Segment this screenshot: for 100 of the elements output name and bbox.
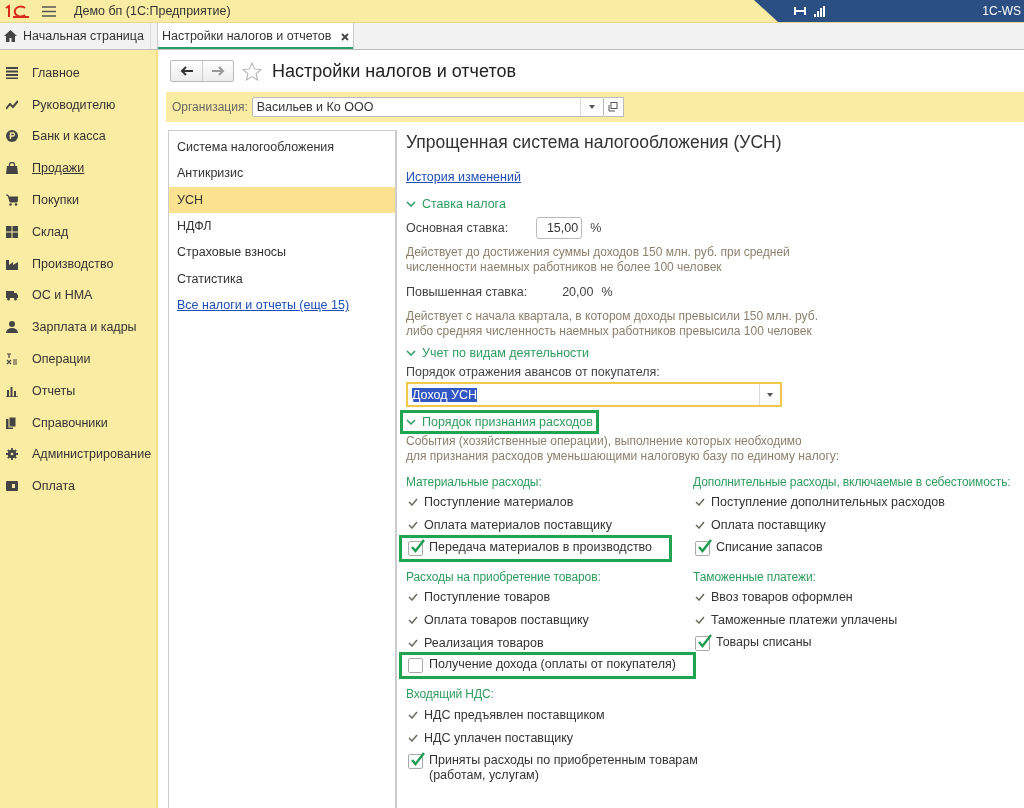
group-title: Входящий НДС: (406, 686, 495, 704)
factory-icon (6, 257, 18, 270)
sidebar-item[interactable]: ОС и НМА (0, 279, 156, 312)
checkbox[interactable] (408, 658, 423, 674)
section-item[interactable]: Страховые взносы (169, 239, 395, 266)
person-icon (6, 321, 18, 334)
check-icon (408, 593, 418, 602)
star-icon[interactable] (242, 61, 262, 81)
checkbox[interactable] (695, 540, 710, 556)
check-icon (408, 616, 418, 625)
home-icon (4, 30, 17, 42)
hint-text: Действует до достижения суммы доходов 150 млн. руб. при средней численности наемных работников не более 100 человек (406, 245, 791, 275)
rate-value: 20,00 (562, 285, 594, 299)
trend-icon (6, 98, 18, 111)
event-label: НДС уплачен поставщику (424, 730, 574, 745)
sidebar-item[interactable]: Банк и касса (0, 120, 156, 153)
rate-field[interactable]: 15,00 (536, 217, 583, 239)
sidebar-item[interactable]: Отчеты (0, 374, 156, 407)
open-button[interactable] (603, 97, 624, 117)
gear-icon (6, 448, 18, 461)
checkbox-label[interactable]: Приняты расходы по приобретенным товарам (работам, услугам) (429, 753, 704, 784)
organization-field[interactable]: Васильев и Ко ООО (251, 97, 604, 117)
hint-text: Действует с начала квартала, в котором доходы превысили 150 млн. руб. либо средняя численность наемных работников превысила 100 человек (406, 309, 819, 339)
group-title: Материальные расходы: (406, 473, 543, 491)
grid-icon (6, 225, 18, 238)
sidebar-item[interactable]: Производство (0, 247, 156, 280)
coin-icon (6, 130, 18, 143)
unit-label: % (601, 285, 613, 299)
check-icon (695, 521, 705, 530)
sidebar-item[interactable]: Руководителю (0, 88, 156, 121)
form-title: Настройки налогов и отчетов (272, 60, 516, 82)
check-icon (408, 498, 418, 507)
event-label: Поступление дополнительных расходов (711, 495, 945, 510)
unit-label: % (590, 221, 602, 235)
event-label: НДС предъявлен поставщиком (424, 708, 605, 723)
ledger-icon (6, 353, 18, 366)
field-label: Порядок отражения авансов от покупателя: (406, 365, 661, 379)
books-icon (6, 416, 18, 429)
event-label: Оплата материалов поставщику (424, 518, 612, 533)
check-icon (695, 616, 705, 625)
sidebar-item[interactable]: Покупки (0, 184, 156, 216)
section-item[interactable]: Статистика (169, 265, 395, 292)
tab[interactable]: Начальная страница (0, 23, 151, 49)
tab[interactable]: Настройки налогов и отчетов (156, 23, 355, 49)
sidebar-item[interactable]: Операции (0, 343, 156, 375)
sidebar-item[interactable]: Администрирование (0, 438, 156, 471)
event-label: Оплата товаров поставщику (424, 613, 589, 628)
section-header[interactable]: Учет по видам деятельности (400, 341, 596, 365)
checkbox[interactable] (408, 540, 423, 556)
signal-icon (814, 5, 826, 17)
sidebar-item[interactable]: Справочники (0, 406, 156, 439)
checkbox-label[interactable]: Списание запасов (716, 539, 823, 554)
sidebar-item[interactable]: Зарплата и кадры (0, 311, 156, 344)
app-title: Демо бп (1С:Предприятие) (74, 4, 231, 18)
section-header[interactable]: Порядок признания расходов (400, 410, 599, 434)
checkbox-label[interactable]: Получение дохода (оплаты от покупателя) (429, 657, 676, 672)
sidebar-item[interactable]: Главное (0, 57, 156, 89)
check-icon (695, 498, 705, 507)
checkbox[interactable] (695, 635, 710, 651)
dropdown-icon[interactable] (588, 105, 595, 109)
event-label: Реализация товаров (424, 635, 544, 650)
check-icon (408, 711, 418, 720)
group-title: Дополнительные расходы, включаемые в себестоимость: (693, 473, 1012, 491)
sidebar-item[interactable]: Склад (0, 216, 156, 248)
history-link[interactable]: История изменений (406, 170, 521, 184)
hint-text: События (хозяйственные операции), выполнение которых необходимо для признания расходов уменьшающими налоговую базу по единому налогу: (406, 434, 841, 464)
section-header[interactable]: Ставка налога (400, 192, 512, 216)
cart-icon (6, 194, 18, 207)
advance-field[interactable]: Доход УСН (406, 382, 782, 407)
dropdown-icon[interactable] (767, 392, 773, 397)
group-title: Таможенные платежи: (693, 568, 817, 586)
event-label: Оплата поставщику (711, 518, 826, 533)
forward-arrow-icon (211, 66, 225, 76)
open-window-icon (608, 102, 619, 112)
caret-icon (406, 350, 416, 356)
server-name: 1C-WS (982, 4, 1021, 18)
section-item[interactable]: УСН (169, 186, 395, 213)
menu-icon[interactable] (42, 5, 56, 17)
check-icon (408, 638, 418, 647)
sidebar-item[interactable]: Оплата (0, 470, 156, 503)
event-label: Поступление материалов (424, 495, 574, 510)
section-item[interactable]: НДФЛ (169, 212, 395, 240)
group-title: Расходы на приобретение товаров: (406, 568, 602, 586)
wallet-icon (6, 480, 18, 493)
truck-icon (6, 289, 18, 302)
event-label: Ввоз товаров оформлен (711, 590, 853, 605)
logo-icon[interactable] (4, 4, 30, 18)
sidebar-item[interactable]: Продажи (0, 152, 156, 185)
section-item[interactable]: Система налогообложения (169, 134, 395, 161)
checkbox-label[interactable]: Передача материалов в производство (429, 539, 653, 554)
checkbox-label[interactable]: Товары списаны (716, 634, 812, 649)
section-item[interactable]: Антикризис (169, 160, 395, 187)
field-label: Основная ставка: (406, 221, 509, 235)
pin-icon[interactable] (794, 6, 806, 16)
check-icon (695, 593, 705, 602)
bar-chart-icon (6, 384, 18, 397)
checkbox[interactable] (408, 754, 423, 770)
event-label: Поступление товаров (424, 590, 551, 605)
all-taxes-link[interactable]: Все налоги и отчеты (еще 15) (169, 291, 395, 319)
section-title: Упрощенная система налогообложения (УСН) (406, 132, 783, 153)
